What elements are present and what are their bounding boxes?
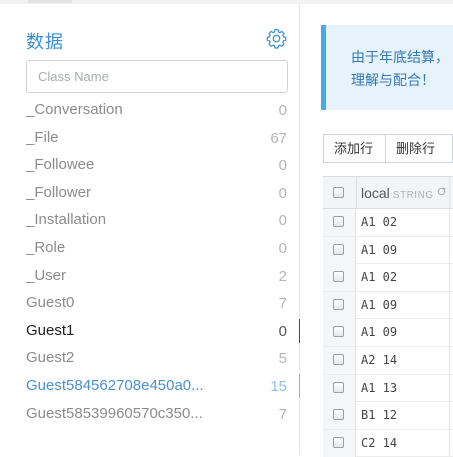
class-item-guest0[interactable]: Guest0 7 [0, 289, 300, 317]
cell-local[interactable]: A1 02 [361, 270, 397, 284]
grid-header: local STRING [323, 176, 453, 209]
row-select-cell [323, 402, 356, 430]
class-count: 2 [278, 267, 287, 285]
row-checkbox[interactable] [333, 354, 344, 365]
table-row[interactable]: A1 13 [323, 374, 453, 403]
class-count: 0 [278, 157, 287, 175]
cell-local[interactable]: B1 12 [361, 408, 397, 422]
row-checkbox[interactable] [333, 409, 344, 421]
class-name: Guest584562708e450a0... [26, 376, 204, 394]
class-count: 0 [278, 102, 287, 119]
table-row[interactable]: A2 14 [323, 347, 453, 375]
class-item-file[interactable]: _File 67 [0, 124, 300, 152]
notice-banner: 由于年底结算， 理解与配合！ [321, 25, 453, 110]
class-count: 7 [278, 405, 287, 423]
row-checkbox[interactable] [333, 271, 344, 283]
row-select-cell [323, 429, 356, 457]
class-name: _File [26, 128, 59, 146]
class-count: 0 [278, 239, 287, 257]
row-select-cell [323, 291, 356, 319]
class-name: Guest2 [26, 349, 75, 367]
class-count: 15 [270, 377, 287, 395]
class-name: Guest0 [26, 294, 75, 312]
class-count: 7 [278, 295, 287, 313]
row-select-cell [323, 347, 356, 374]
class-item-installation[interactable]: _Installation 0 [0, 206, 300, 234]
class-count: 5 [278, 350, 287, 368]
class-name: Guest58539960570c350... [26, 404, 203, 422]
cell-local[interactable]: A2 14 [361, 353, 397, 367]
class-name: _Role [26, 238, 66, 256]
class-name: _Conversation [26, 101, 123, 118]
class-name: Guest1 [26, 321, 75, 339]
row-checkbox[interactable] [333, 298, 344, 310]
class-item-follower[interactable]: _Follower 0 [0, 179, 300, 207]
top-strip-segment [28, 0, 72, 3]
table-row[interactable]: B1 12 [323, 402, 453, 430]
class-count: 0 [278, 322, 287, 340]
row-checkbox[interactable] [333, 326, 344, 338]
row-select-cell [323, 209, 356, 236]
grid-column-divider [449, 176, 450, 455]
class-count: 0 [278, 212, 287, 230]
class-name: _User [26, 266, 67, 284]
cell-local[interactable]: A1 09 [361, 325, 397, 339]
table-row[interactable]: A1 09 [323, 236, 453, 265]
row-checkbox[interactable] [333, 436, 344, 448]
add-row-button[interactable]: 添加行 [323, 134, 386, 163]
class-item-guest2[interactable]: Guest2 5 [0, 344, 300, 372]
table-row[interactable]: A1 02 [323, 264, 453, 292]
sidebar-title: 数据 [26, 32, 64, 52]
column-name: local [361, 185, 390, 201]
class-list: _Conversation 0 _File 67 _Followee 0 _Follo… [0, 96, 300, 427]
column-type: STRING [392, 190, 434, 201]
class-item-user[interactable]: _User 2 [0, 262, 300, 290]
class-count: 0 [278, 184, 287, 202]
cell-local[interactable]: C2 14 [361, 436, 397, 450]
row-checkbox[interactable] [333, 243, 344, 255]
table-row[interactable]: C2 14 [323, 429, 453, 457]
delete-row-button[interactable]: 删除行 [385, 134, 453, 163]
class-name: _Followee [26, 156, 95, 174]
class-item-followee[interactable]: _Followee 0 [0, 151, 300, 179]
class-name: _Follower [26, 183, 92, 201]
class-item-guest58539960570c350[interactable]: Guest58539960570c350... 7 [0, 400, 300, 428]
row-select-cell [323, 264, 356, 292]
table-row[interactable]: A1 09 [323, 291, 453, 320]
select-all-checkbox[interactable] [333, 187, 344, 198]
cell-local[interactable]: A1 02 [361, 215, 397, 229]
class-item-guest1[interactable]: Guest1 0 [0, 317, 300, 345]
class-item-role[interactable]: _Role 0 [0, 234, 300, 262]
table-row[interactable]: A1 02 [323, 209, 453, 237]
notice-line-2: 理解与配合！ [351, 72, 435, 88]
row-checkbox[interactable] [333, 381, 344, 393]
cell-local[interactable]: A1 09 [361, 243, 397, 257]
notice-line-1: 由于年底结算， [351, 49, 449, 65]
class-item-guest584562708e450a0[interactable]: Guest584562708e450a0... 15 [0, 372, 300, 400]
header-divider [356, 177, 357, 209]
class-item-conversation[interactable]: _Conversation 0 [0, 96, 300, 124]
sort-icon[interactable] [437, 187, 446, 196]
cell-local[interactable]: A1 13 [361, 381, 397, 395]
column-header-local[interactable]: local STRING [361, 185, 434, 201]
row-select-cell [323, 319, 356, 347]
row-checkbox[interactable] [333, 216, 344, 227]
class-search-input[interactable] [26, 60, 288, 93]
table-row[interactable]: A1 09 [323, 319, 453, 347]
row-select-cell [323, 374, 356, 402]
cell-local[interactable]: A1 09 [361, 298, 397, 312]
row-select-cell [323, 236, 356, 264]
class-name: _Installation [26, 211, 107, 229]
class-count: 67 [270, 129, 287, 147]
gear-icon[interactable] [265, 27, 288, 50]
